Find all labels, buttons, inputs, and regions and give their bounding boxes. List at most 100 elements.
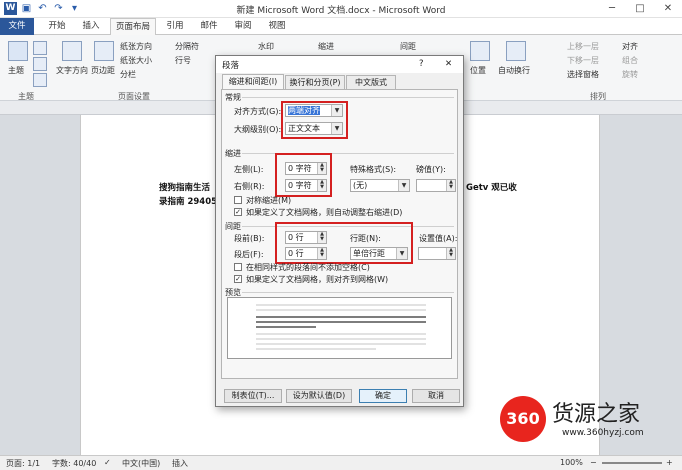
tab-page-layout[interactable]: 页面布局	[110, 18, 156, 36]
minimize-button[interactable]: ─	[598, 0, 626, 18]
cancel-button[interactable]: 取消	[412, 389, 460, 403]
line-spacing-select[interactable]: 单倍行距 ▼	[350, 247, 408, 260]
theme-colors-icon[interactable]	[33, 41, 47, 55]
tab-mailings[interactable]: 邮件	[194, 18, 224, 35]
bring-forward-button[interactable]: 上移一层	[567, 41, 599, 52]
mirror-indent-label: 对称缩进(M)	[246, 196, 292, 205]
auto-adjust-indent-checkbox[interactable]: ✓	[234, 208, 242, 216]
dialog-title-bar: 段落 ? ✕	[216, 56, 463, 73]
indent-group-label: 缩进	[318, 42, 334, 51]
tab-references[interactable]: 引用	[160, 18, 190, 35]
preview-line	[256, 348, 376, 350]
chevron-down-icon: ▼	[396, 248, 407, 259]
tab-indents-spacing[interactable]: 缩进和间距(I)	[222, 74, 284, 89]
group-button[interactable]: 组合	[622, 55, 638, 66]
watermark-name: 货源之家	[552, 402, 641, 427]
preview-line	[256, 338, 426, 340]
position-button[interactable]: 位置	[470, 65, 486, 76]
tab-file[interactable]: 文件	[0, 18, 34, 35]
chevron-down-icon: ▼	[398, 180, 409, 191]
window-controls: ─ □ ✕	[598, 0, 682, 18]
preview-line	[256, 333, 426, 335]
maximize-button[interactable]: □	[626, 0, 654, 18]
spacing-at-input[interactable]: ▲ ▼	[418, 247, 456, 260]
title-bar: W ▣ ↶ ↷ ▾ 新建 Microsoft Word 文档.docx - Mi…	[0, 0, 682, 18]
spacing-section-label: 间距	[225, 222, 241, 231]
wrap-text-icon[interactable]	[506, 41, 526, 61]
site-watermark: 360 货源之家 www.360hyzj.com	[500, 396, 682, 448]
tab-view[interactable]: 视图	[262, 18, 292, 35]
text-direction-button[interactable]: 文字方向	[56, 65, 88, 76]
selection-pane-button[interactable]: 选择窗格	[567, 69, 599, 80]
alignment-label: 对齐方式(G):	[234, 107, 282, 116]
theme-effects-icon[interactable]	[33, 73, 47, 87]
orientation-button[interactable]: 纸张方向	[120, 41, 152, 52]
tab-home[interactable]: 开始	[42, 18, 72, 35]
preview-line	[256, 304, 426, 306]
ok-button[interactable]: 确定	[359, 389, 407, 403]
tab-insert[interactable]: 插入	[76, 18, 106, 35]
tabs-button[interactable]: 制表位(T)...	[224, 389, 282, 403]
tab-line-page-breaks[interactable]: 换行和分页(P)	[285, 75, 345, 89]
special-indent-label: 特殊格式(S):	[350, 165, 397, 174]
zoom-out-icon[interactable]: −	[590, 458, 597, 467]
highlight-indent	[275, 153, 332, 197]
preview-text-line	[256, 326, 316, 328]
theme-icon[interactable]	[8, 41, 28, 61]
line-numbers-button[interactable]: 行号	[175, 55, 191, 66]
dialog-close-button[interactable]: ✕	[445, 59, 452, 69]
divider	[242, 97, 454, 98]
doc-line1-right: Getv 观已收	[466, 183, 517, 193]
send-backward-button[interactable]: 下移一层	[567, 55, 599, 66]
preview-text-line	[256, 316, 426, 318]
rotate-button[interactable]: 旋转	[622, 69, 638, 80]
status-mode[interactable]: 插入	[172, 458, 188, 469]
columns-button[interactable]: 分栏	[120, 69, 136, 80]
breaks-button[interactable]: 分隔符	[175, 41, 199, 52]
mirror-indent-checkbox[interactable]	[234, 196, 242, 204]
doc-line2-left: 录指南 294056	[159, 197, 223, 207]
zoom-slider[interactable]	[602, 462, 662, 464]
snap-to-grid-checkbox[interactable]: ✓	[234, 275, 242, 283]
status-zoom[interactable]: 100%	[560, 458, 583, 467]
indent-right-label: 右侧(R):	[234, 182, 265, 191]
watermark-button[interactable]: 水印	[258, 41, 274, 52]
no-space-same-style-checkbox[interactable]	[234, 263, 242, 271]
close-window-button[interactable]: ✕	[654, 0, 682, 18]
status-bar: 页面: 1/1 字数: 40/40 ✓ 中文(中国) 插入 100% − +	[0, 455, 682, 470]
divider	[242, 292, 454, 293]
watermark-url: www.360hyzj.com	[562, 428, 644, 438]
auto-adjust-indent-label: 如果定义了文档网格，则自动调整右缩进(D)	[246, 208, 403, 217]
proofing-icon[interactable]: ✓	[104, 458, 111, 467]
wrap-text-button[interactable]: 自动换行	[498, 65, 530, 76]
zoom-in-icon[interactable]: +	[666, 458, 673, 467]
no-space-same-style-label: 在相同样式的段落间不添加空格(C)	[246, 263, 370, 272]
align-button[interactable]: 对齐	[622, 41, 638, 52]
set-default-button[interactable]: 设为默认值(D)	[286, 389, 352, 403]
tab-asian-typography[interactable]: 中文版式(H)	[346, 75, 396, 100]
spacing-after-label: 段后(F):	[234, 250, 264, 259]
theme-fonts-icon[interactable]	[33, 57, 47, 71]
paragraph-dialog: 段落 ? ✕ 缩进和间距(I) 换行和分页(P) 中文版式(H) 常规 对齐方式…	[215, 55, 464, 407]
status-language[interactable]: 中文(中国)	[122, 458, 160, 469]
snap-to-grid-label: 如果定义了文档网格，则对齐到网格(W)	[246, 275, 389, 284]
text-direction-icon[interactable]	[62, 41, 82, 61]
position-icon[interactable]	[470, 41, 490, 61]
highlight-general	[281, 101, 348, 139]
ribbon-tabs: 文件 开始 插入 页面布局 引用 邮件 审阅 视图	[0, 18, 682, 36]
margins-button[interactable]: 页边距	[91, 65, 115, 76]
size-button[interactable]: 纸张大小	[120, 55, 152, 66]
spacing-before-label: 段前(B):	[234, 234, 265, 243]
help-button[interactable]: ?	[419, 59, 424, 69]
status-words[interactable]: 字数: 40/40	[52, 458, 96, 469]
margins-icon[interactable]	[94, 41, 114, 61]
special-indent-select[interactable]: (无) ▼	[350, 179, 410, 192]
status-page[interactable]: 页面: 1/1	[6, 458, 40, 469]
watermark-logo: 360	[500, 396, 546, 442]
tab-review[interactable]: 审阅	[228, 18, 258, 35]
spinner-icon[interactable]: ▲ ▼	[446, 180, 455, 191]
spinner-icon[interactable]: ▲ ▼	[446, 248, 455, 259]
indent-by-input[interactable]: ▲ ▼	[416, 179, 456, 192]
outline-level-label: 大纲级别(O):	[234, 125, 282, 134]
theme-button[interactable]: 主题	[8, 65, 24, 76]
